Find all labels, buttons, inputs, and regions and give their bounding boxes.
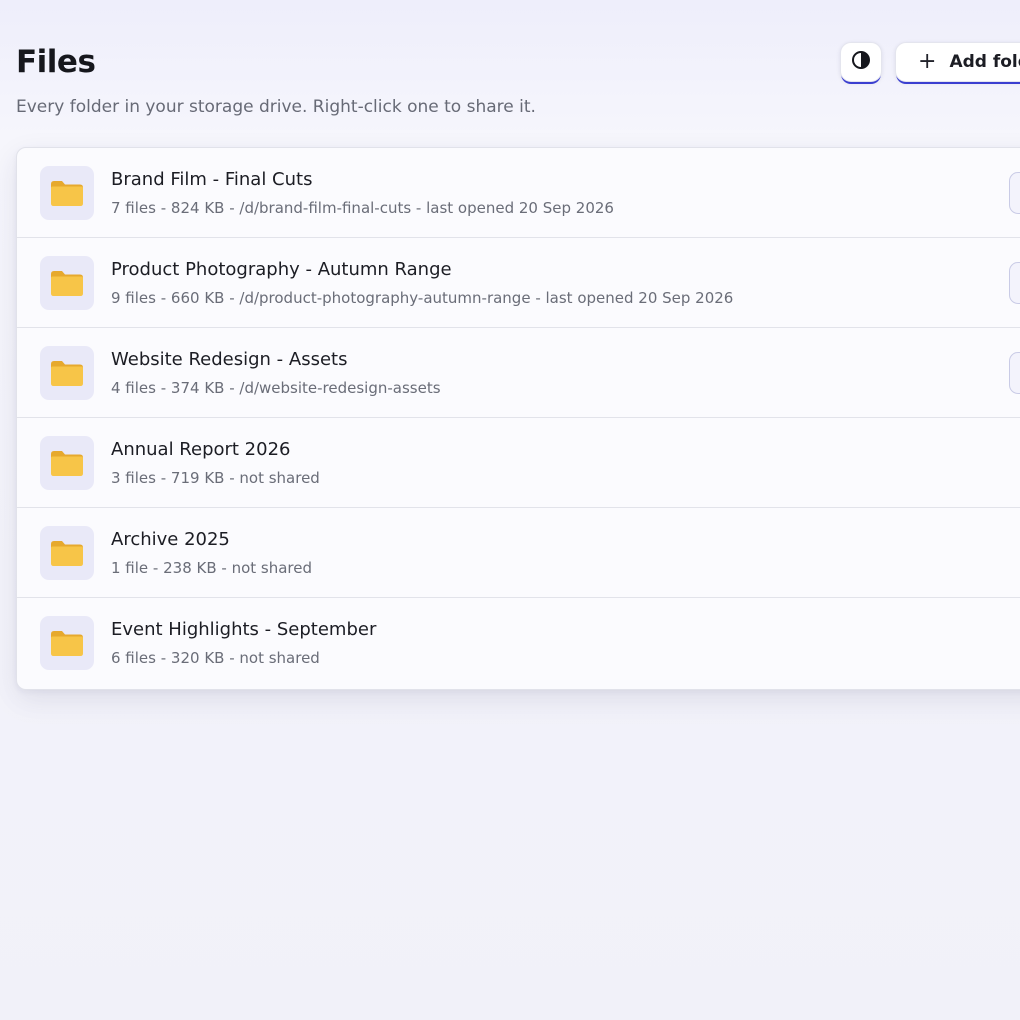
- folder-row[interactable]: Annual Report 2026 3 files - 719 KB - no…: [17, 418, 1020, 508]
- folder-meta: 1 file - 238 KB - not shared: [111, 559, 313, 577]
- folder-name: Product Photography - Autumn Range: [111, 259, 452, 280]
- folder-name: Archive 2025: [111, 529, 230, 550]
- folder-list: Brand Film - Final Cuts 7 files - 824 KB…: [16, 147, 1020, 690]
- folder-row[interactable]: Archive 2025 1 file - 238 KB - not share…: [17, 508, 1020, 598]
- folder-meta: 3 files - 719 KB - not shared: [111, 469, 320, 487]
- folder-name: Annual Report 2026: [111, 439, 291, 460]
- contrast-icon: [851, 50, 871, 74]
- folder-row[interactable]: Product Photography - Autumn Range 9 fil…: [17, 238, 1020, 328]
- files-page: Files Every folder in your storage drive…: [0, 0, 1020, 1020]
- theme-toggle-button[interactable]: [840, 42, 882, 82]
- add-folder-label: Add folder: [949, 52, 1020, 72]
- plus-icon: +: [918, 49, 937, 74]
- folder-icon: [40, 166, 94, 220]
- folder-share-button[interactable]: [1009, 262, 1020, 304]
- folder-share-button[interactable]: [1009, 352, 1020, 394]
- folder-icon: [40, 256, 94, 310]
- folder-meta: 7 files - 824 KB - /d/brand-film-final-c…: [111, 199, 614, 217]
- folder-icon: [40, 346, 94, 400]
- folder-row[interactable]: Event Highlights - September 6 files - 3…: [17, 598, 1020, 689]
- page-title: Files: [16, 44, 96, 80]
- page-subtitle: Every folder in your storage drive. Righ…: [16, 97, 536, 117]
- folder-share-button[interactable]: [1009, 172, 1020, 214]
- folder-icon: [40, 436, 94, 490]
- folder-meta: 6 files - 320 KB - not shared: [111, 649, 320, 667]
- folder-icon: [40, 526, 94, 580]
- folder-meta: 4 files - 374 KB - /d/website-redesign-a…: [111, 379, 441, 397]
- folder-name: Website Redesign - Assets: [111, 349, 348, 370]
- add-folder-button[interactable]: + Add folder: [895, 42, 1020, 82]
- folder-row[interactable]: Brand Film - Final Cuts 7 files - 824 KB…: [17, 148, 1020, 238]
- folder-name: Brand Film - Final Cuts: [111, 169, 313, 190]
- folder-name: Event Highlights - September: [111, 619, 377, 640]
- folder-meta: 9 files - 660 KB - /d/product-photograph…: [111, 289, 734, 307]
- folder-icon: [40, 616, 94, 670]
- folder-row[interactable]: Website Redesign - Assets 4 files - 374 …: [17, 328, 1020, 418]
